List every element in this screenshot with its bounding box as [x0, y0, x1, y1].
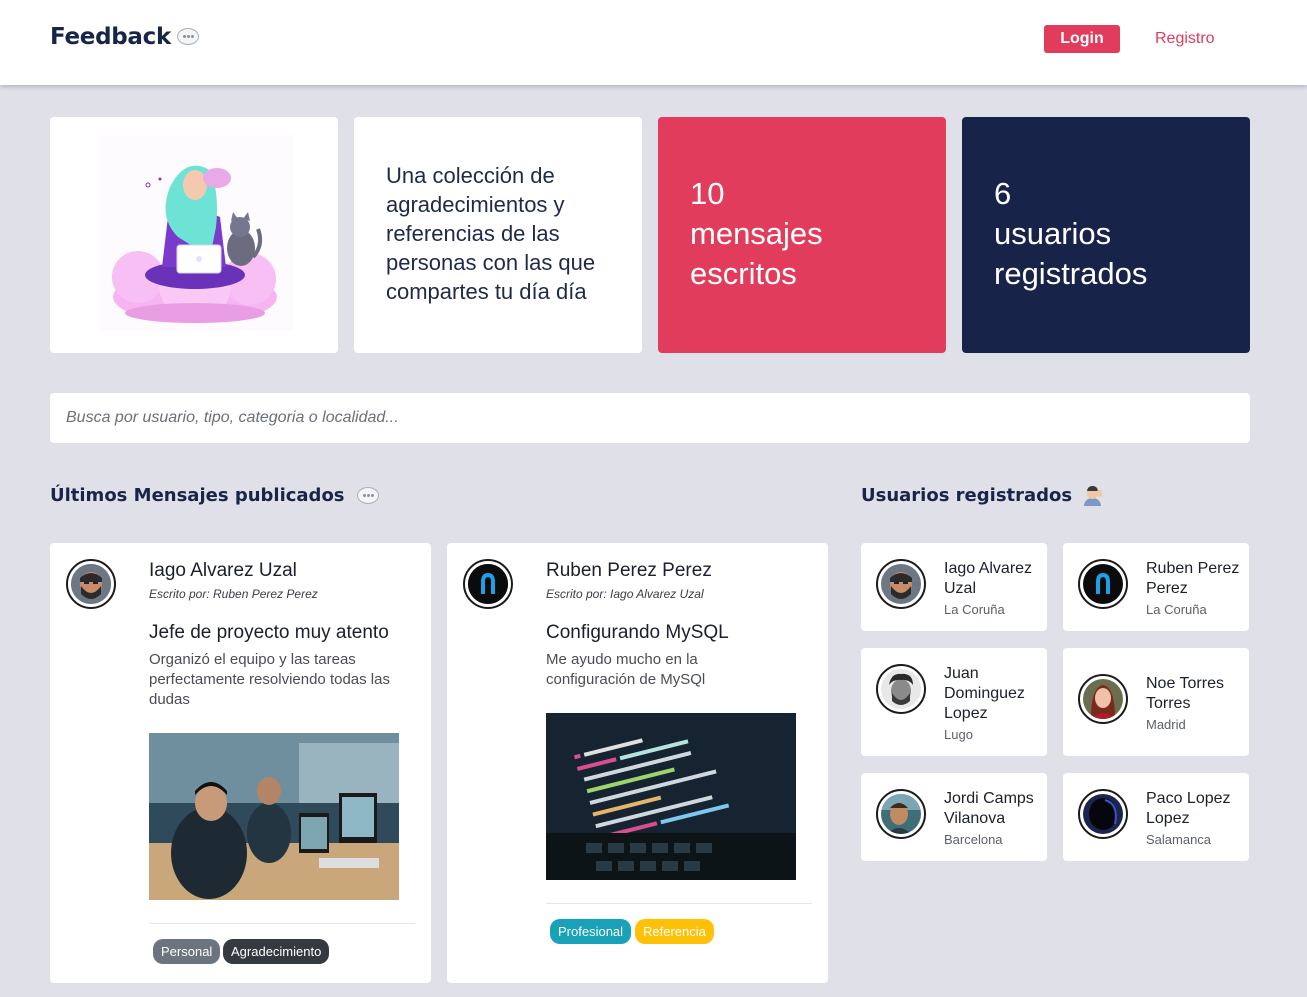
- message-body: Organizó el equipo y las tareas perfecta…: [149, 651, 390, 708]
- user-name[interactable]: Ruben Perez Perez: [1146, 559, 1246, 599]
- messages-label: mensajes escritos: [690, 216, 823, 291]
- message-card[interactable]: Ruben Perez Perez Escrito por: Iago Alva…: [447, 543, 828, 983]
- avatar[interactable]: [463, 559, 513, 609]
- user-card[interactable]: Juan Dominguez Lopez Lugo: [861, 648, 1047, 756]
- tag-referencia[interactable]: Referencia: [635, 919, 714, 944]
- user-city: La Coruña: [944, 602, 1005, 617]
- hero-illustration-card: [50, 117, 338, 353]
- card-divider: [546, 903, 812, 904]
- user-name[interactable]: Iago Alvarez Uzal: [944, 559, 1044, 599]
- message-written-by: Escrito por: Iago Alvarez Uzal: [546, 587, 704, 601]
- message-title: Jefe de proyecto muy atento: [149, 622, 389, 643]
- avatar[interactable]: [876, 664, 926, 714]
- message-author[interactable]: Iago Alvarez Uzal: [149, 560, 297, 582]
- user-name[interactable]: Paco Lopez Lopez: [1146, 789, 1246, 829]
- messages-section-title: Últimos Mensajes publicados: [50, 485, 379, 506]
- tag-personal[interactable]: Personal: [153, 939, 221, 964]
- user-city: Salamanca: [1146, 832, 1212, 847]
- messages-count: 10: [690, 176, 725, 211]
- team-working-photo: [149, 733, 399, 900]
- user-name[interactable]: Juan Dominguez Lopez: [944, 664, 1044, 724]
- user-name[interactable]: Jordi Camps Vilanova: [944, 789, 1044, 829]
- brand-name: Feedback: [50, 24, 171, 50]
- user-card[interactable]: Paco Lopez Lopez Salamanca: [1063, 773, 1249, 861]
- speech-bubble-icon: [176, 28, 199, 47]
- messages-section-title-text: Últimos Mensajes publicados: [50, 485, 345, 506]
- users-section-title-text: Usuarios registrados: [861, 485, 1073, 506]
- card-divider: [149, 923, 415, 924]
- avatar[interactable]: [876, 559, 926, 609]
- avatar[interactable]: [66, 559, 116, 609]
- person-raising-hand-icon: [1082, 486, 1104, 506]
- tag-profesional[interactable]: Profesional: [550, 919, 632, 944]
- user-card[interactable]: Iago Alvarez Uzal La Coruña: [861, 543, 1047, 631]
- message-card[interactable]: Iago Alvarez Uzal Escrito por: Ruben Per…: [50, 543, 431, 983]
- message-body: Me ayudo mucho en la configuración de My…: [546, 651, 706, 688]
- navbar: Feedback Login Registro: [0, 0, 1307, 85]
- code-screen-photo: [546, 713, 796, 880]
- avatar[interactable]: [1078, 789, 1128, 839]
- user-city: Lugo: [944, 727, 973, 742]
- message-author[interactable]: Ruben Perez Perez: [546, 560, 712, 582]
- user-city: Madrid: [1146, 717, 1186, 732]
- brand-logo[interactable]: Feedback: [50, 24, 199, 50]
- messages-stat-card: 10 mensajes escritos: [658, 117, 946, 353]
- avatar[interactable]: [1078, 559, 1128, 609]
- user-card[interactable]: Ruben Perez Perez La Coruña: [1063, 543, 1249, 631]
- registro-link[interactable]: Registro: [1155, 30, 1215, 48]
- avatar[interactable]: [1078, 674, 1128, 724]
- user-city: La Coruña: [1146, 602, 1207, 617]
- user-city: Barcelona: [944, 832, 1003, 847]
- user-card[interactable]: Jordi Camps Vilanova Barcelona: [861, 773, 1047, 861]
- speech-bubble-icon: [356, 486, 379, 506]
- hero-tagline: Una colección de agradecimientos y refer…: [386, 163, 596, 304]
- avatar[interactable]: [876, 789, 926, 839]
- users-stat-card: 6 usuarios registrados: [962, 117, 1250, 353]
- hero-tagline-card: Una colección de agradecimientos y refer…: [354, 117, 642, 353]
- tag-agradecimiento[interactable]: Agradecimiento: [223, 939, 330, 964]
- woman-with-laptop-illustration: [98, 135, 294, 331]
- search-input[interactable]: [50, 393, 1250, 443]
- user-card[interactable]: Noe Torres Torres Madrid: [1063, 648, 1249, 756]
- users-label: usuarios registrados: [994, 216, 1148, 291]
- users-section-title: Usuarios registrados: [861, 485, 1104, 506]
- users-count: 6: [994, 176, 1012, 211]
- user-name[interactable]: Noe Torres Torres: [1146, 674, 1246, 714]
- message-written-by: Escrito por: Ruben Perez Perez: [149, 587, 318, 601]
- message-title: Configurando MySQL: [546, 622, 729, 643]
- login-button[interactable]: Login: [1044, 25, 1120, 53]
